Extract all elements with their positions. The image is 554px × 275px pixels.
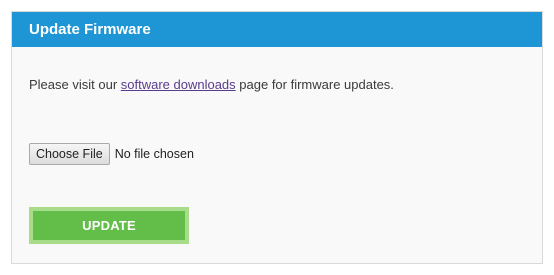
panel-title: Update Firmware — [29, 21, 151, 38]
software-downloads-link[interactable]: software downloads — [121, 77, 236, 92]
choose-file-button[interactable]: Choose File — [29, 143, 110, 165]
intro-text-prefix: Please visit our — [29, 77, 121, 92]
intro-text: Please visit our software downloads page… — [29, 77, 394, 93]
panel-header: Update Firmware — [12, 12, 542, 47]
file-status-text: No file chosen — [114, 147, 194, 161]
panel-body: Please visit our software downloads page… — [12, 47, 542, 263]
update-button[interactable]: UPDATE — [33, 211, 185, 240]
intro-text-suffix: page for firmware updates. — [235, 77, 394, 92]
update-firmware-panel: Update Firmware Please visit our softwar… — [11, 11, 543, 264]
update-button-frame: UPDATE — [29, 207, 189, 244]
file-input-row: Choose File No file chosen — [29, 143, 194, 165]
